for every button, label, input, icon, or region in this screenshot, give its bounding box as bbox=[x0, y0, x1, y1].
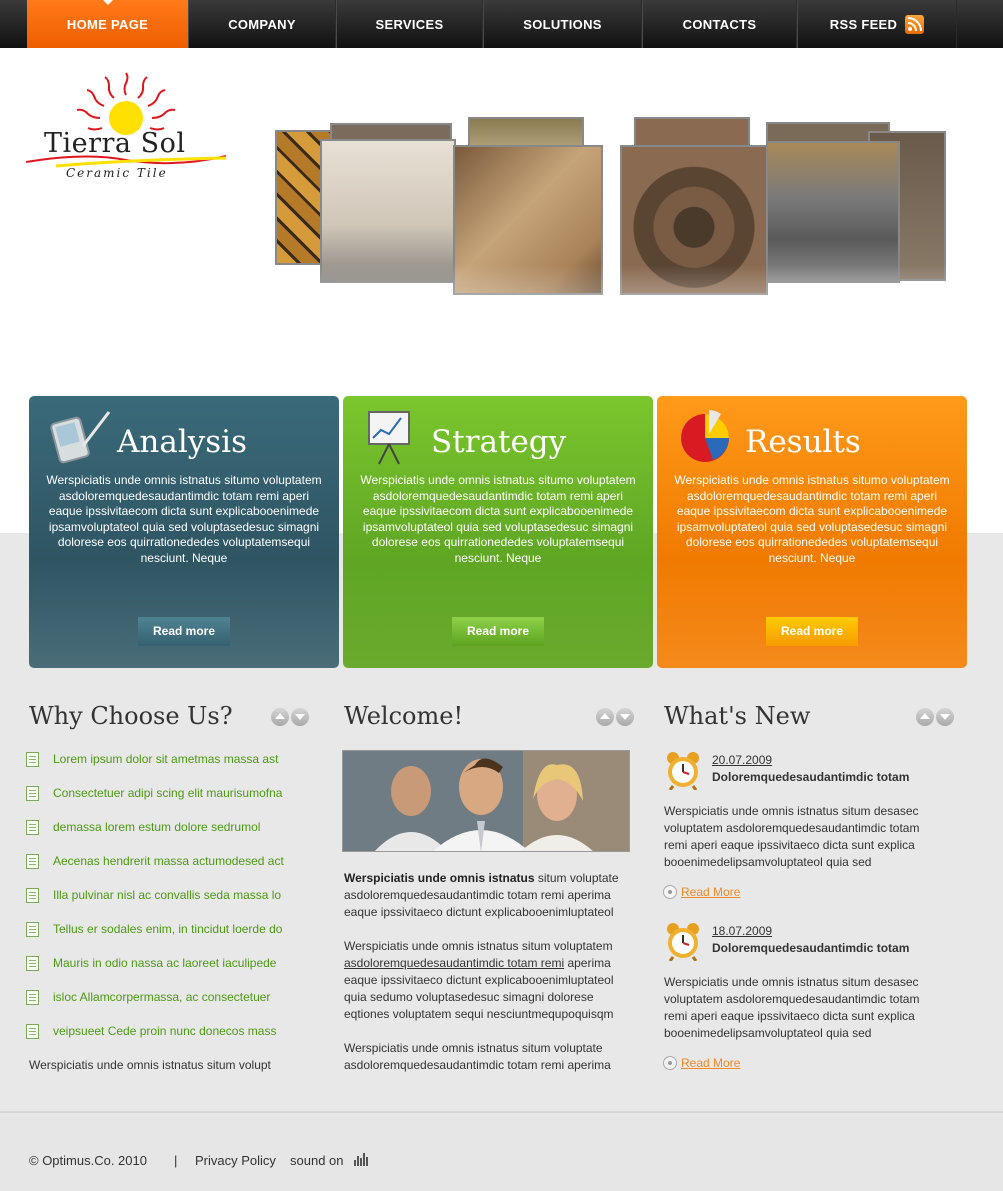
why-list-link[interactable]: Aecenas hendrerit massa actumodesed act bbox=[53, 852, 284, 870]
scroll-up-icon[interactable] bbox=[596, 708, 614, 726]
welcome-paragraph-2: Werspiciatis unde omnis istnatus situm v… bbox=[344, 939, 614, 1021]
alarm-clock-icon bbox=[667, 923, 699, 961]
top-navigation-bar: HOME PAGE COMPANY SERVICES SOLUTIONS CON… bbox=[0, 0, 1003, 48]
pda-icon bbox=[50, 411, 111, 464]
document-icon bbox=[26, 990, 39, 1005]
logo[interactable]: Tierra Sol Ceramic Tile bbox=[26, 70, 226, 185]
why-list-link[interactable]: Tellus er sodales enim, in tincidut loer… bbox=[53, 920, 282, 938]
document-icon bbox=[26, 854, 39, 869]
news-text: Werspiciatis unde omnis istnatus situm d… bbox=[664, 804, 920, 869]
document-icon bbox=[26, 922, 39, 937]
footer-separator: | bbox=[174, 1153, 178, 1168]
list-item: Lorem ipsum dolor sit ametmas massa ast bbox=[26, 750, 306, 784]
tile-photo bbox=[634, 117, 750, 147]
tile-photo bbox=[766, 141, 900, 283]
alarm-clock-icon bbox=[667, 752, 699, 790]
why-list-link[interactable]: Consectetuer adipi scing elit maurisumof… bbox=[53, 784, 282, 802]
why-list-link[interactable]: Illa pulvinar nisl ac convallis seda mas… bbox=[53, 886, 281, 904]
feature-results: Results Werspiciatis unde omnis istnatus… bbox=[657, 396, 967, 668]
why-footer-text: Werspiciatis unde omnis istnatus situm v… bbox=[29, 1058, 271, 1072]
pie-chart-icon bbox=[681, 410, 729, 462]
news-read-more-link[interactable]: Read More bbox=[663, 884, 740, 900]
news-date[interactable]: 20.07.2009 bbox=[712, 753, 772, 767]
list-item: Consectetuer adipi scing elit maurisumof… bbox=[26, 784, 306, 818]
main-nav: HOME PAGE COMPANY SERVICES SOLUTIONS CON… bbox=[27, 0, 957, 48]
nav-solutions[interactable]: SOLUTIONS bbox=[483, 0, 642, 48]
hero-tile-collage bbox=[272, 115, 952, 395]
document-icon bbox=[26, 752, 39, 767]
sound-toggle[interactable]: sound on bbox=[290, 1153, 344, 1168]
list-item: isloc Allamcorpermassa, ac consectetuer bbox=[26, 988, 306, 1022]
read-more-button[interactable]: Read more bbox=[766, 617, 858, 646]
scroll-down-icon[interactable] bbox=[936, 708, 954, 726]
bullet-circle-icon bbox=[663, 885, 677, 899]
feature-title: Strategy bbox=[431, 424, 567, 460]
scroll-up-icon[interactable] bbox=[916, 708, 934, 726]
news-text: Werspiciatis unde omnis istnatus situm d… bbox=[664, 975, 920, 1040]
why-scroll-arrows bbox=[271, 708, 309, 726]
document-icon bbox=[26, 820, 39, 835]
scroll-down-icon[interactable] bbox=[616, 708, 634, 726]
why-list: Lorem ipsum dolor sit ametmas massa ast C… bbox=[26, 750, 306, 1056]
nav-contacts[interactable]: CONTACTS bbox=[642, 0, 797, 48]
document-icon bbox=[26, 956, 39, 971]
why-list-link[interactable]: isloc Allamcorpermassa, ac consectetuer bbox=[53, 988, 270, 1006]
document-icon bbox=[26, 1024, 39, 1039]
feature-text: Werspiciatis unde omnis istnatus situmo … bbox=[46, 473, 322, 565]
scroll-up-icon[interactable] bbox=[271, 708, 289, 726]
document-icon bbox=[26, 786, 39, 801]
news-read-more-link[interactable]: Read More bbox=[663, 1055, 740, 1071]
why-list-link[interactable]: Mauris in odio nassa ac laoreet iaculipe… bbox=[53, 954, 276, 972]
feature-title: Results bbox=[745, 424, 861, 460]
list-item: veipsueet Cede proin nunc donecos mass bbox=[26, 1022, 306, 1056]
why-list-link[interactable]: Lorem ipsum dolor sit ametmas massa ast bbox=[53, 750, 278, 768]
team-photo bbox=[342, 750, 630, 852]
why-list-link[interactable]: demassa lorem estum dolore sedrumol bbox=[53, 818, 260, 836]
news-date[interactable]: 18.07.2009 bbox=[712, 924, 772, 938]
feature-analysis: Analysis Werspiciatis unde omnis istnatu… bbox=[29, 396, 339, 668]
whats-new-title: What's New bbox=[664, 702, 811, 730]
list-item: demassa lorem estum dolore sedrumol bbox=[26, 818, 306, 852]
nav-services[interactable]: SERVICES bbox=[336, 0, 483, 48]
presentation-board-icon bbox=[368, 411, 410, 465]
team-photo-art bbox=[343, 751, 629, 851]
list-item: Mauris in odio nassa ac laoreet iaculipe… bbox=[26, 954, 306, 988]
news-headline: Doloremquedesaudantimdic totam bbox=[712, 941, 910, 955]
rss-icon bbox=[905, 14, 925, 34]
read-more-button[interactable]: Read more bbox=[138, 617, 230, 646]
feature-title: Analysis bbox=[117, 424, 247, 460]
list-item: Illa pulvinar nisl ac convallis seda mas… bbox=[26, 886, 306, 920]
feature-text: Werspiciatis unde omnis istnatus situmo … bbox=[674, 473, 950, 565]
read-more-button[interactable]: Read more bbox=[452, 617, 544, 646]
logo-name: Tierra Sol bbox=[44, 128, 186, 159]
nav-home-page[interactable]: HOME PAGE bbox=[27, 0, 188, 48]
list-item: Tellus er sodales enim, in tincidut loer… bbox=[26, 920, 306, 954]
why-list-link[interactable]: veipsueet Cede proin nunc donecos mass bbox=[53, 1022, 276, 1040]
welcome-title: Welcome! bbox=[344, 702, 464, 730]
copyright: © Optimus.Co. 2010 bbox=[29, 1153, 147, 1168]
scroll-down-icon[interactable] bbox=[291, 708, 309, 726]
feature-text: Werspiciatis unde omnis istnatus situmo … bbox=[360, 473, 636, 565]
why-choose-us-title: Why Choose Us? bbox=[29, 702, 233, 730]
privacy-policy-link[interactable]: Privacy Policy bbox=[195, 1153, 276, 1168]
news-headline: Doloremquedesaudantimdic totam bbox=[712, 770, 910, 784]
hero-reflection-fade bbox=[272, 265, 952, 395]
document-icon bbox=[26, 888, 39, 903]
news-scroll-arrows bbox=[916, 708, 954, 726]
tile-photo bbox=[320, 139, 456, 283]
feature-strategy: Strategy Werspiciatis unde omnis istnatu… bbox=[343, 396, 653, 668]
nav-rss-feed[interactable]: RSS FEED bbox=[797, 0, 957, 48]
logo-tagline: Ceramic Tile bbox=[66, 166, 168, 180]
sound-bars-icon[interactable] bbox=[354, 1153, 368, 1166]
welcome-inline-link[interactable]: asdoloremquedesaudantimdic totam remi bbox=[344, 956, 564, 970]
welcome-paragraph-1: Werspiciatis unde omnis istnatus situm v… bbox=[344, 871, 619, 919]
welcome-paragraph-3: Werspiciatis unde omnis istnatus situm v… bbox=[344, 1041, 611, 1072]
nav-company[interactable]: COMPANY bbox=[188, 0, 336, 48]
list-item: Aecenas hendrerit massa actumodesed act bbox=[26, 852, 306, 886]
welcome-scroll-arrows bbox=[596, 708, 634, 726]
bullet-circle-icon bbox=[663, 1056, 677, 1070]
footer: © Optimus.Co. 2010 | Privacy Policy soun… bbox=[0, 1111, 1003, 1191]
